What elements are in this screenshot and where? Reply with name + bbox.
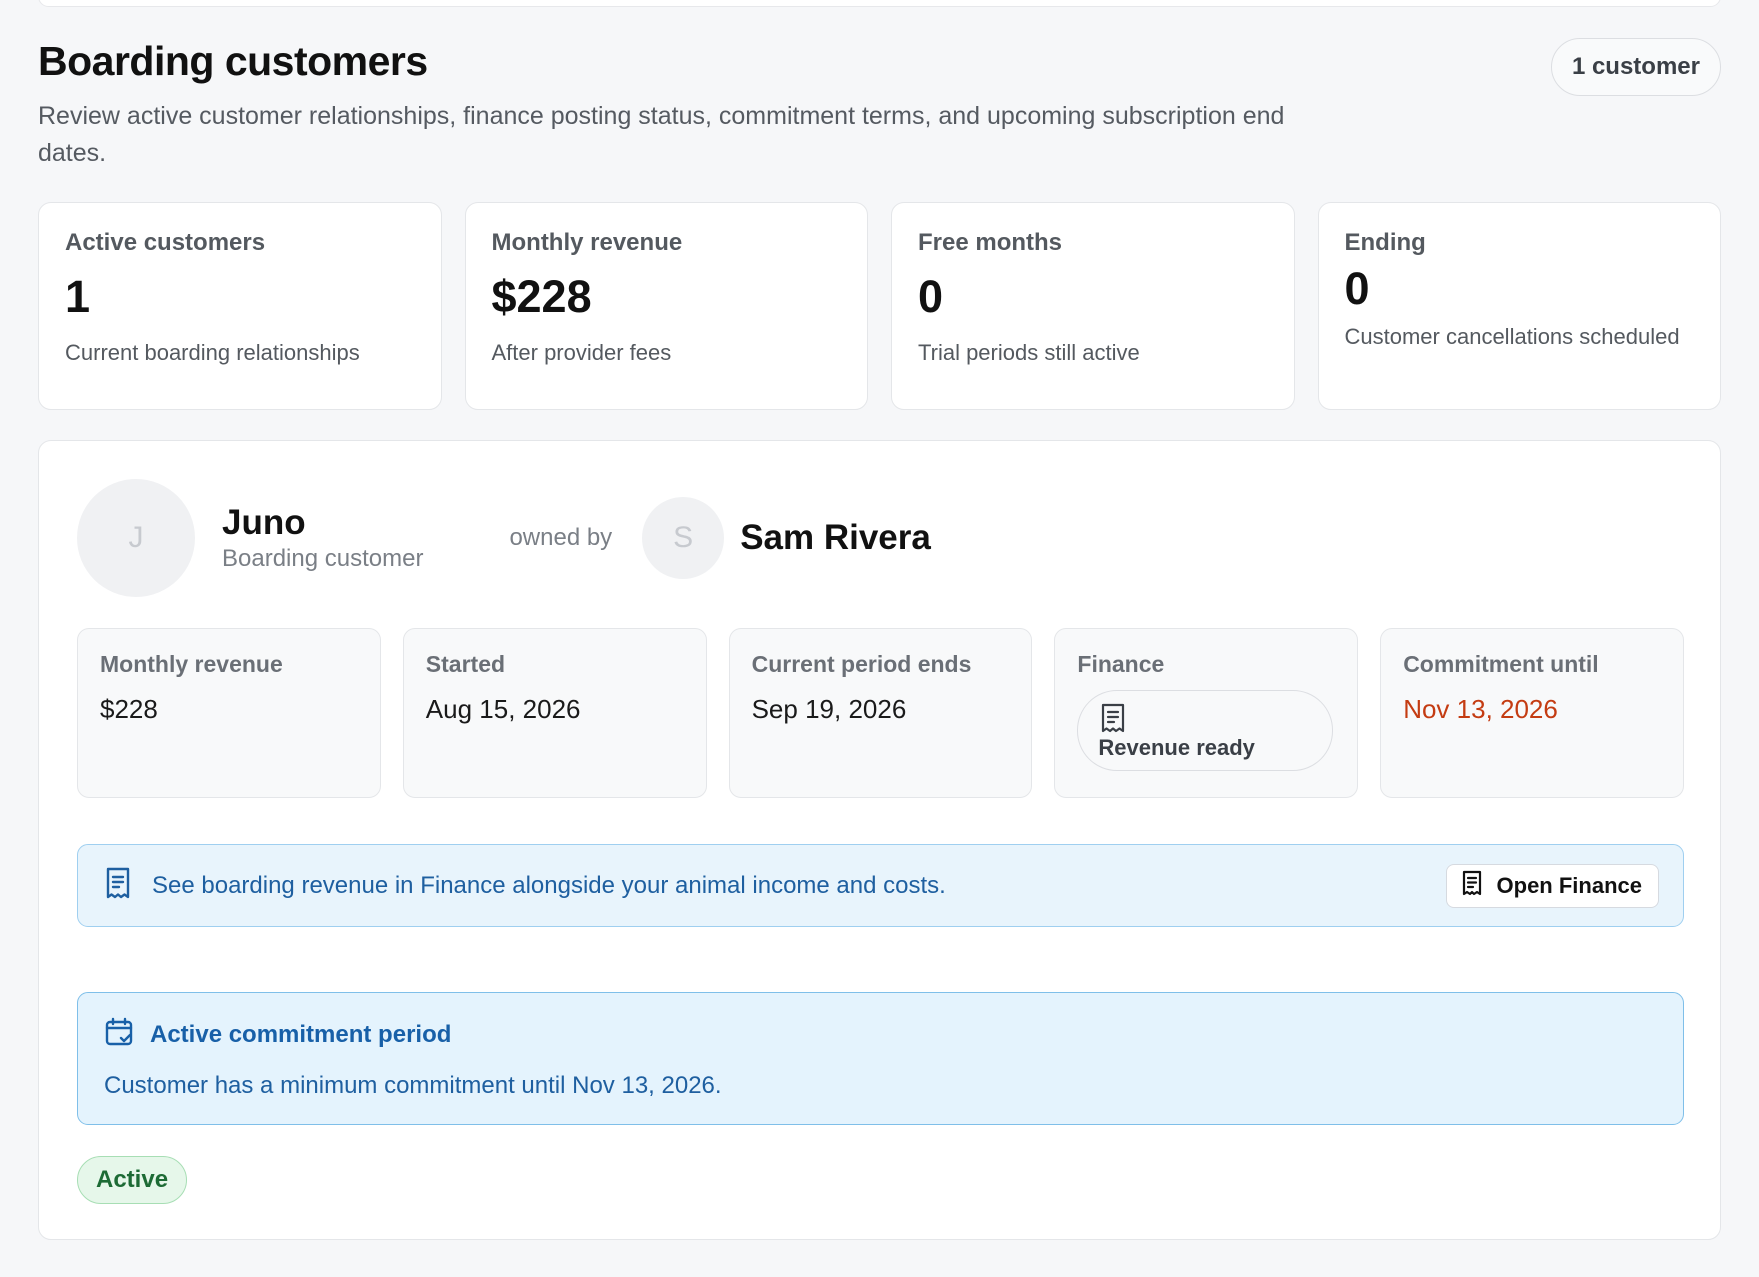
receipt-icon [1100, 703, 1126, 738]
detail-value: Nov 13, 2026 [1403, 694, 1558, 724]
stat-value: 0 [1344, 263, 1370, 314]
stat-value: $228 [491, 271, 592, 322]
stat-note: Trial periods still active [918, 340, 1140, 365]
detail-label: Commitment until [1403, 651, 1599, 677]
detail-current-period-ends: Current period ends Sep 19, 2026 [728, 628, 1033, 798]
finance-status-label: Revenue ready [1098, 735, 1255, 760]
calendar-check-icon [104, 1017, 134, 1052]
owned-by-label: owned by [509, 524, 613, 551]
customer-avatar: J [77, 479, 195, 597]
detail-value: Sep 19, 2026 [751, 694, 907, 724]
boarding-customers-page: Boarding customers Review active custome… [38, 36, 1721, 1240]
commitment-notice: Active commitment period Customer has a … [77, 992, 1684, 1125]
page-header: Boarding customers Review active custome… [38, 36, 1721, 182]
stat-card-ending: Ending 0 Customer cancellations schedule… [1317, 202, 1721, 410]
detail-finance: Finance Revenue ready [1054, 628, 1359, 798]
customer-details: Monthly revenue $228 Started Aug 15, 202… [77, 628, 1684, 798]
detail-commitment-until: Commitment until Nov 13, 2026 [1380, 628, 1684, 798]
stat-note: After provider fees [491, 340, 672, 365]
customer-owner-row: J Juno Boarding customer owned by S Sam … [77, 479, 931, 597]
stat-label: Monthly revenue [491, 229, 683, 256]
stat-label: Free months [918, 229, 1063, 256]
receipt-icon [104, 867, 132, 904]
owner-avatar: S [642, 497, 725, 579]
finance-status-pill: Revenue ready [1077, 690, 1334, 771]
page-title: Boarding customers [38, 38, 428, 84]
summary-stats: Active customers 1 Current boarding rela… [38, 202, 1721, 410]
open-finance-label: Open Finance [1496, 873, 1642, 898]
detail-label: Monthly revenue [100, 651, 283, 677]
commitment-body: Customer has a minimum commitment until … [104, 1072, 722, 1099]
detail-started: Started Aug 15, 2026 [402, 628, 707, 798]
detail-label: Started [425, 651, 506, 677]
page-subtitle: Review active customer relationships, fi… [38, 102, 1285, 167]
open-finance-button[interactable]: Open Finance [1445, 864, 1659, 908]
stat-card-free-months: Free months 0 Trial periods still active [891, 202, 1295, 410]
owner-name: Sam Rivera [740, 518, 931, 557]
stat-card-monthly-revenue: Monthly revenue $228 After provider fees [464, 202, 868, 410]
customer-count-badge: 1 customer [1550, 38, 1721, 96]
finance-info-banner: See boarding revenue in Finance alongsid… [77, 844, 1684, 927]
detail-value: $228 [100, 694, 158, 724]
finance-banner-text: See boarding revenue in Finance alongsid… [152, 871, 946, 899]
commitment-title: Active commitment period [150, 1020, 452, 1048]
previous-section-edge [38, 0, 1721, 7]
detail-label: Finance [1077, 651, 1165, 677]
status-badge: Active [77, 1156, 188, 1204]
customer-name: Juno [222, 503, 306, 542]
detail-monthly-revenue: Monthly revenue $228 [77, 628, 381, 798]
detail-label: Current period ends [751, 651, 972, 677]
stat-label: Active customers [65, 229, 266, 256]
stat-card-active-customers: Active customers 1 Current boarding rela… [38, 202, 442, 410]
stat-note: Customer cancellations scheduled [1344, 324, 1680, 349]
customer-name-block: Juno Boarding customer [222, 503, 423, 573]
stat-value: 1 [65, 271, 91, 322]
receipt-icon [1461, 870, 1483, 902]
stat-label: Ending [1344, 229, 1426, 256]
stat-note: Current boarding relationships [65, 340, 360, 365]
detail-value: Aug 15, 2026 [425, 694, 581, 724]
stat-value: 0 [918, 271, 944, 322]
customer-role: Boarding customer [222, 545, 424, 572]
customer-card: J Juno Boarding customer owned by S Sam … [38, 440, 1721, 1240]
